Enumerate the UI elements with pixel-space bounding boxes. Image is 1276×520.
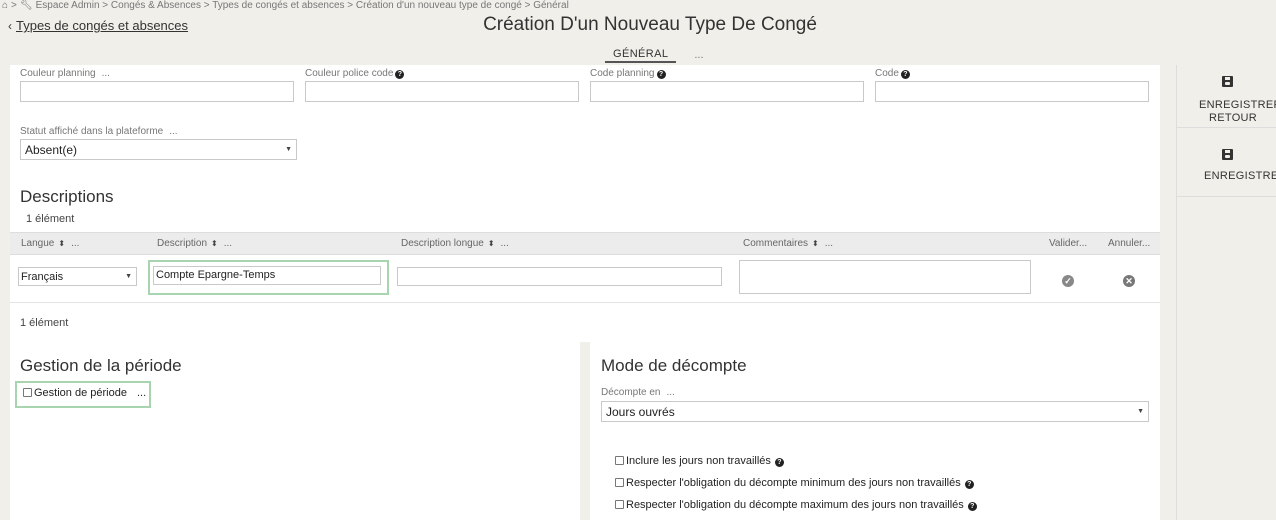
inclure-checkbox[interactable] — [615, 456, 624, 465]
descriptions-title: Descriptions — [20, 187, 114, 206]
gestion-periode-label: Gestion de période — [34, 387, 127, 399]
decompte-value: Jours ouvrés — [606, 405, 675, 419]
statut-value: Absent(e) — [25, 143, 78, 157]
save-return-button[interactable]: ENREGISTRER RETOUR — [1177, 75, 1276, 125]
help-icon[interactable]: ? — [967, 502, 977, 511]
section-divider — [580, 342, 590, 520]
code-input[interactable] — [875, 81, 1149, 102]
save-icon — [1221, 149, 1233, 160]
maximum-checkbox[interactable] — [615, 500, 624, 509]
breadcrumb-separator: > — [11, 0, 17, 11]
commentaires-textarea[interactable] — [739, 260, 1031, 294]
description-input[interactable]: Compte Epargne-Temps — [153, 266, 381, 285]
cancel-icon[interactable]: ✕ — [1123, 271, 1135, 289]
tab-general[interactable]: GÉNÉRAL — [605, 46, 677, 63]
option-minimum[interactable]: Respecter l'obligation du décompte minim… — [615, 477, 974, 489]
sort-icon[interactable]: ⬍ — [812, 239, 819, 248]
dropdown-arrow-icon: ▼ — [125, 273, 132, 280]
couleur-planning-label: Couleur planning... — [20, 68, 110, 79]
col-commentaires[interactable]: Commentaires ⬍... — [743, 238, 833, 249]
sort-icon[interactable]: ⬍ — [211, 239, 218, 248]
help-icon[interactable]: ? — [395, 70, 405, 79]
descriptions-count-bottom: 1 élément — [20, 317, 69, 329]
description-longue-input[interactable] — [397, 267, 722, 286]
code-planning-input[interactable] — [590, 81, 864, 102]
couleur-police-label: Couleur police code? — [305, 68, 405, 79]
couleur-planning-more[interactable]: ... — [102, 68, 110, 79]
col-commentaires-more[interactable]: ... — [825, 238, 833, 249]
langue-select[interactable]: Français ▼ — [18, 267, 137, 286]
col-annuler[interactable]: Annuler... — [1108, 238, 1150, 249]
descriptions-count-top: 1 élément — [26, 213, 75, 225]
gestion-periode-checkbox[interactable] — [23, 388, 32, 397]
inclure-label: Inclure les jours non travaillés — [626, 455, 771, 467]
save-return-icon — [1221, 76, 1233, 87]
help-icon[interactable]: ? — [900, 70, 910, 79]
langue-value: Français — [21, 271, 64, 283]
home-icon[interactable]: ⌂ — [2, 0, 8, 11]
code-label: Code? — [875, 68, 910, 79]
col-description-longue[interactable]: Description longue ⬍... — [401, 238, 509, 249]
sort-icon[interactable]: ⬍ — [488, 239, 495, 248]
col-description-longue-more[interactable]: ... — [501, 238, 509, 249]
row-divider — [10, 302, 1160, 303]
rail-divider — [1177, 127, 1276, 128]
couleur-planning-input[interactable] — [20, 81, 294, 102]
save-return-label-2: RETOUR — [1209, 112, 1258, 124]
code-planning-label: Code planning? — [590, 68, 666, 79]
maximum-label: Respecter l'obligation du décompte maxim… — [626, 499, 964, 511]
breadcrumb: ⌂ > 🔧︎ Espace Admin > Congés & Absences … — [2, 0, 569, 11]
decompte-label: Décompte en... — [601, 387, 675, 398]
save-button[interactable]: ENREGISTRER — [1177, 148, 1276, 183]
breadcrumb-path[interactable]: Espace Admin > Congés & Absences > Types… — [36, 0, 569, 11]
page-title: Création D'un Nouveau Type De Congé — [483, 14, 817, 35]
action-rail: ENREGISTRER RETOUR ENREGISTRER — [1176, 65, 1276, 520]
tab-more[interactable]: ... — [694, 49, 703, 61]
gestion-periode-more[interactable]: ... — [137, 387, 146, 399]
option-inclure[interactable]: Inclure les jours non travaillés? — [615, 455, 784, 467]
decompte-select[interactable]: Jours ouvrés ▼ — [601, 401, 1149, 422]
couleur-police-input[interactable] — [305, 81, 579, 102]
col-description-more[interactable]: ... — [224, 238, 232, 249]
minimum-label: Respecter l'obligation du décompte minim… — [626, 477, 961, 489]
save-return-label-1: ENREGISTRER — [1199, 99, 1276, 111]
save-label: ENREGISTRER — [1204, 170, 1276, 182]
col-langue-more[interactable]: ... — [71, 238, 79, 249]
col-valider[interactable]: Valider... — [1049, 238, 1087, 249]
help-icon[interactable]: ? — [656, 70, 666, 79]
help-icon[interactable]: ? — [774, 458, 784, 467]
rail-divider — [1177, 196, 1276, 197]
statut-select[interactable]: Absent(e) ▼ — [20, 139, 297, 160]
statut-label: Statut affiché dans la plateforme... — [20, 126, 178, 137]
validate-icon[interactable]: ✓ — [1062, 271, 1074, 289]
wrench-icon: 🔧︎ — [19, 0, 33, 11]
periode-title: Gestion de la période — [20, 356, 182, 375]
tab-bar: GÉNÉRAL ... — [605, 46, 704, 63]
dropdown-arrow-icon: ▼ — [285, 146, 292, 153]
decompte-more[interactable]: ... — [666, 387, 674, 398]
sort-icon[interactable]: ⬍ — [58, 239, 65, 248]
statut-more[interactable]: ... — [169, 126, 177, 137]
help-icon[interactable]: ? — [964, 480, 974, 489]
minimum-checkbox[interactable] — [615, 478, 624, 487]
gestion-periode-option[interactable]: Gestion de période... — [23, 387, 146, 399]
decompte-title: Mode de décompte — [601, 356, 747, 375]
col-description[interactable]: Description ⬍... — [157, 238, 232, 249]
option-maximum[interactable]: Respecter l'obligation du décompte maxim… — [615, 499, 977, 511]
col-langue[interactable]: Langue ⬍... — [21, 238, 79, 249]
dropdown-arrow-icon: ▼ — [1137, 408, 1144, 415]
